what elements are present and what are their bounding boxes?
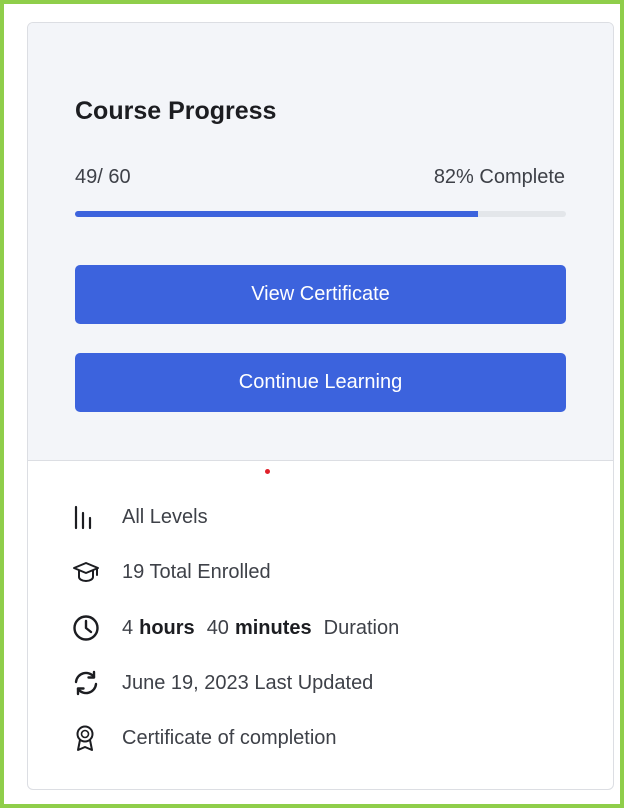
- lesson-count: 49/ 60: [75, 166, 131, 188]
- meta-enrolled: 19 Total Enrolled: [72, 556, 271, 588]
- course-progress-card: Course Progress 49/ 60 82% Complete View…: [27, 22, 614, 790]
- meta-certificate-label: Certificate of completion: [122, 726, 337, 749]
- meta-level-label: All Levels: [122, 505, 208, 528]
- panel-title: Course Progress: [75, 97, 277, 125]
- meta-level: All Levels: [72, 501, 208, 533]
- duration-hours-unit: hours: [139, 616, 195, 639]
- bar-levels-icon: [72, 501, 104, 533]
- meta-updated-label: June 19, 2023 Last Updated: [122, 671, 374, 694]
- continue-learning-button[interactable]: Continue Learning: [75, 353, 566, 412]
- duration-minutes-unit: minutes: [234, 616, 312, 639]
- progress-panel: Course Progress 49/ 60 82% Complete View…: [28, 23, 613, 461]
- award-icon: [72, 722, 104, 754]
- view-certificate-button[interactable]: View Certificate: [75, 265, 566, 324]
- progress-bar-fill: [75, 211, 478, 217]
- graduation-cap-icon: [72, 556, 104, 588]
- progress-bar: [75, 211, 566, 217]
- meta-duration: 4 hours 40 minutes Duration: [72, 612, 399, 644]
- duration-suffix: Duration: [323, 616, 400, 639]
- cursor-dot: [265, 469, 270, 474]
- meta-certificate: Certificate of completion: [72, 722, 337, 754]
- meta-enrolled-label: 19 Total Enrolled: [122, 560, 271, 583]
- refresh-icon: [72, 667, 104, 699]
- clock-icon: [72, 612, 104, 644]
- percent-complete: 82% Complete: [433, 166, 565, 188]
- duration-minutes-value: 40: [206, 616, 229, 639]
- duration-hours-value: 4: [122, 616, 134, 639]
- meta-updated: June 19, 2023 Last Updated: [72, 667, 373, 699]
